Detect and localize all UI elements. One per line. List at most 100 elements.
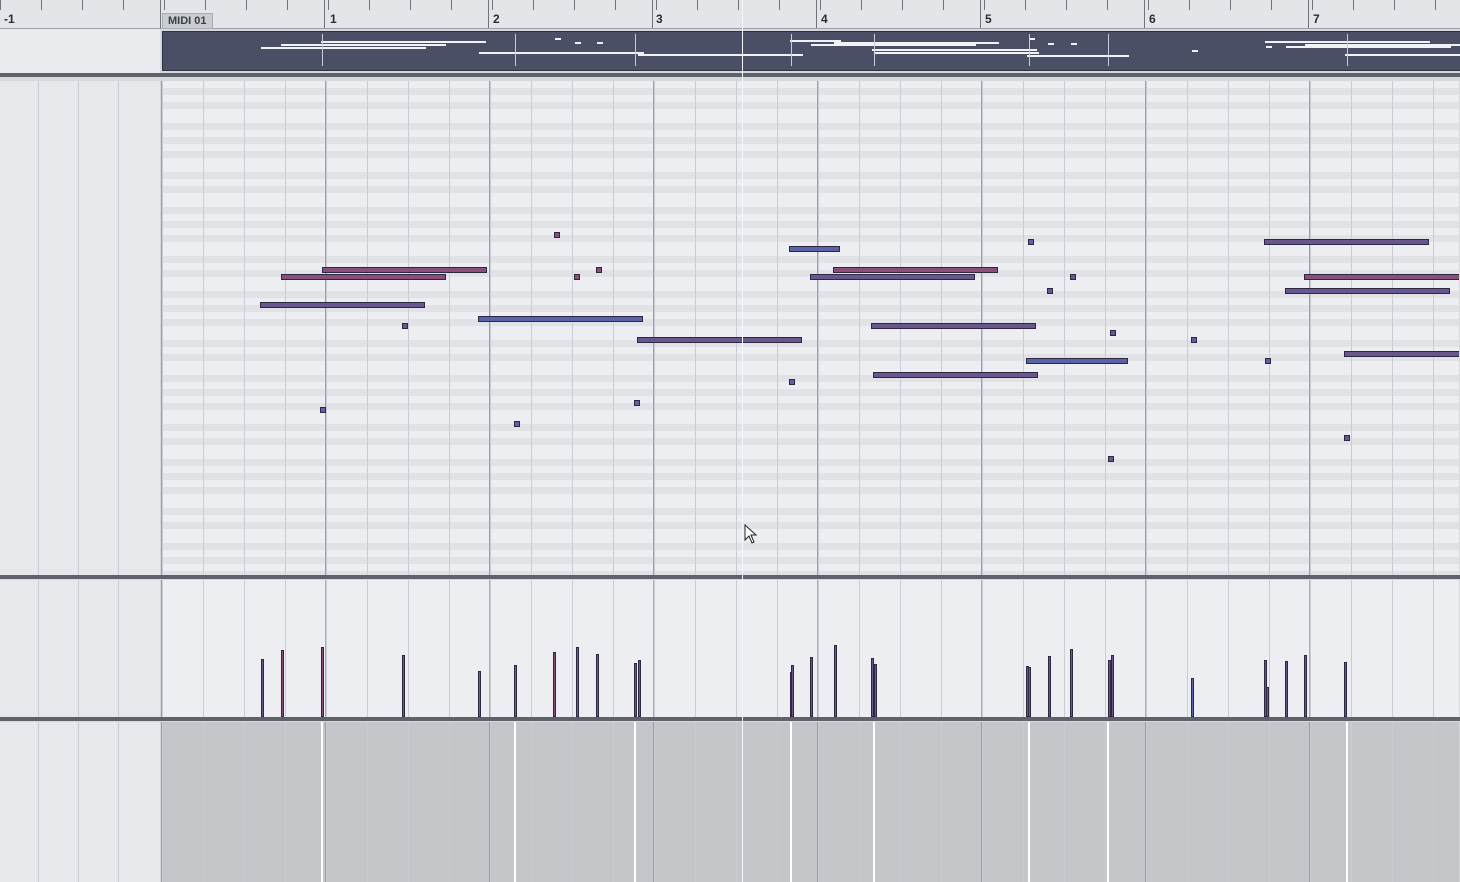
controller-event-line[interactable]: [873, 722, 875, 882]
midi-note[interactable]: [1304, 274, 1459, 280]
midi-note[interactable]: [833, 267, 998, 273]
velocity-bar[interactable]: [321, 647, 324, 717]
grid-line: [1433, 580, 1434, 717]
midi-note[interactable]: [637, 337, 802, 343]
midi-note[interactable]: [478, 316, 643, 322]
midi-note[interactable]: [1047, 288, 1053, 294]
controller-event-line[interactable]: [514, 722, 516, 882]
playhead-cursor[interactable]: [742, 0, 743, 882]
midi-note[interactable]: [789, 246, 840, 252]
velocity-bar[interactable]: [514, 665, 517, 717]
grid-line: [1392, 722, 1393, 882]
midi-note[interactable]: [634, 400, 640, 406]
velocity-bar[interactable]: [1304, 655, 1307, 717]
velocity-bar[interactable]: [791, 665, 794, 717]
midi-note[interactable]: [1344, 351, 1459, 357]
overview-note: [638, 54, 803, 56]
velocity-bar[interactable]: [1266, 687, 1269, 717]
bar-line: [1309, 580, 1310, 717]
midi-note[interactable]: [260, 302, 425, 308]
grid-line: [1146, 81, 1147, 575]
grid-line: [203, 722, 204, 882]
velocity-bar[interactable]: [638, 660, 641, 717]
midi-note[interactable]: [871, 323, 1036, 329]
midi-note[interactable]: [1285, 288, 1450, 294]
part-overview[interactable]: [162, 31, 1460, 71]
grid-line: [777, 722, 778, 882]
midi-note[interactable]: [514, 421, 520, 427]
timeline-ruler[interactable]: -1 MIDI 01 1 2 3 4 5 6 7: [0, 0, 1460, 29]
controller-event-line[interactable]: [1028, 722, 1030, 882]
velocity-bar[interactable]: [1028, 667, 1031, 717]
controller-event-line[interactable]: [1107, 722, 1109, 882]
velocity-bar[interactable]: [402, 655, 405, 717]
grid-line: [1269, 722, 1270, 882]
velocity-bar[interactable]: [1191, 678, 1194, 717]
controller-lane[interactable]: [161, 722, 1459, 882]
splitter-bottom[interactable]: [0, 717, 1460, 721]
midi-note[interactable]: [873, 372, 1038, 378]
velocity-bar[interactable]: [634, 663, 637, 717]
velocity-bar[interactable]: [596, 654, 599, 717]
midi-note[interactable]: [1108, 456, 1114, 462]
velocity-bar[interactable]: [281, 650, 284, 717]
part-label[interactable]: MIDI 01: [162, 13, 213, 29]
midi-note[interactable]: [1264, 239, 1429, 245]
overview-note: [1048, 43, 1054, 45]
splitter-top[interactable]: [0, 73, 1460, 77]
bar-line: [1145, 81, 1146, 575]
black-key-row: [162, 403, 1459, 410]
overview-note: [555, 38, 561, 40]
velocity-bar[interactable]: [834, 645, 837, 717]
mouse-pointer-icon: [744, 524, 758, 544]
velocity-bar[interactable]: [478, 671, 481, 717]
midi-note[interactable]: [1344, 435, 1350, 441]
velocity-bar[interactable]: [553, 652, 556, 717]
controller-event-line[interactable]: [321, 722, 323, 882]
midi-note[interactable]: [1026, 358, 1128, 364]
midi-note[interactable]: [1110, 330, 1116, 336]
keyboard-divider: [78, 81, 79, 575]
midi-note[interactable]: [810, 274, 975, 280]
overview-note: [1027, 55, 1129, 57]
midi-note[interactable]: [574, 274, 580, 280]
velocity-bar[interactable]: [874, 664, 877, 717]
controller-event-line[interactable]: [1346, 722, 1348, 882]
midi-note[interactable]: [402, 323, 408, 329]
controller-event-line[interactable]: [634, 722, 636, 882]
velocity-bar[interactable]: [1070, 649, 1073, 717]
velocity-bar[interactable]: [261, 659, 264, 717]
grid-line: [1187, 81, 1188, 575]
note-editor-grid[interactable]: [161, 81, 1459, 575]
midi-note[interactable]: [1191, 337, 1197, 343]
ruler-tick: [0, 0, 1, 10]
midi-note[interactable]: [596, 267, 602, 273]
grid-line: [1351, 722, 1352, 882]
velocity-lane[interactable]: [161, 580, 1459, 717]
controller-event-line[interactable]: [790, 722, 792, 882]
ruler-tick: [1312, 0, 1313, 10]
bar-label: 6: [1149, 12, 1156, 26]
midi-note[interactable]: [554, 232, 560, 238]
midi-note[interactable]: [1265, 358, 1271, 364]
midi-note[interactable]: [789, 379, 795, 385]
midi-note[interactable]: [320, 407, 326, 413]
midi-note[interactable]: [1028, 239, 1034, 245]
velocity-bar[interactable]: [1111, 655, 1114, 717]
midi-note[interactable]: [1070, 274, 1076, 280]
velocity-bar[interactable]: [576, 647, 579, 717]
velocity-bar[interactable]: [1285, 661, 1288, 717]
velocity-bar[interactable]: [1344, 662, 1347, 717]
velocity-bar[interactable]: [810, 657, 813, 717]
velocity-bar[interactable]: [1048, 656, 1051, 717]
grid-line: [859, 81, 860, 575]
midi-note[interactable]: [281, 274, 446, 280]
grid-line: [203, 580, 204, 717]
overview-note: [479, 52, 644, 54]
bar-label: 7: [1313, 12, 1320, 26]
piano-keyboard[interactable]: [0, 81, 160, 575]
lane-divider: [38, 722, 39, 882]
midi-note[interactable]: [322, 267, 487, 273]
ruler-tick: [1025, 0, 1026, 10]
splitter-mid[interactable]: [0, 575, 1460, 579]
